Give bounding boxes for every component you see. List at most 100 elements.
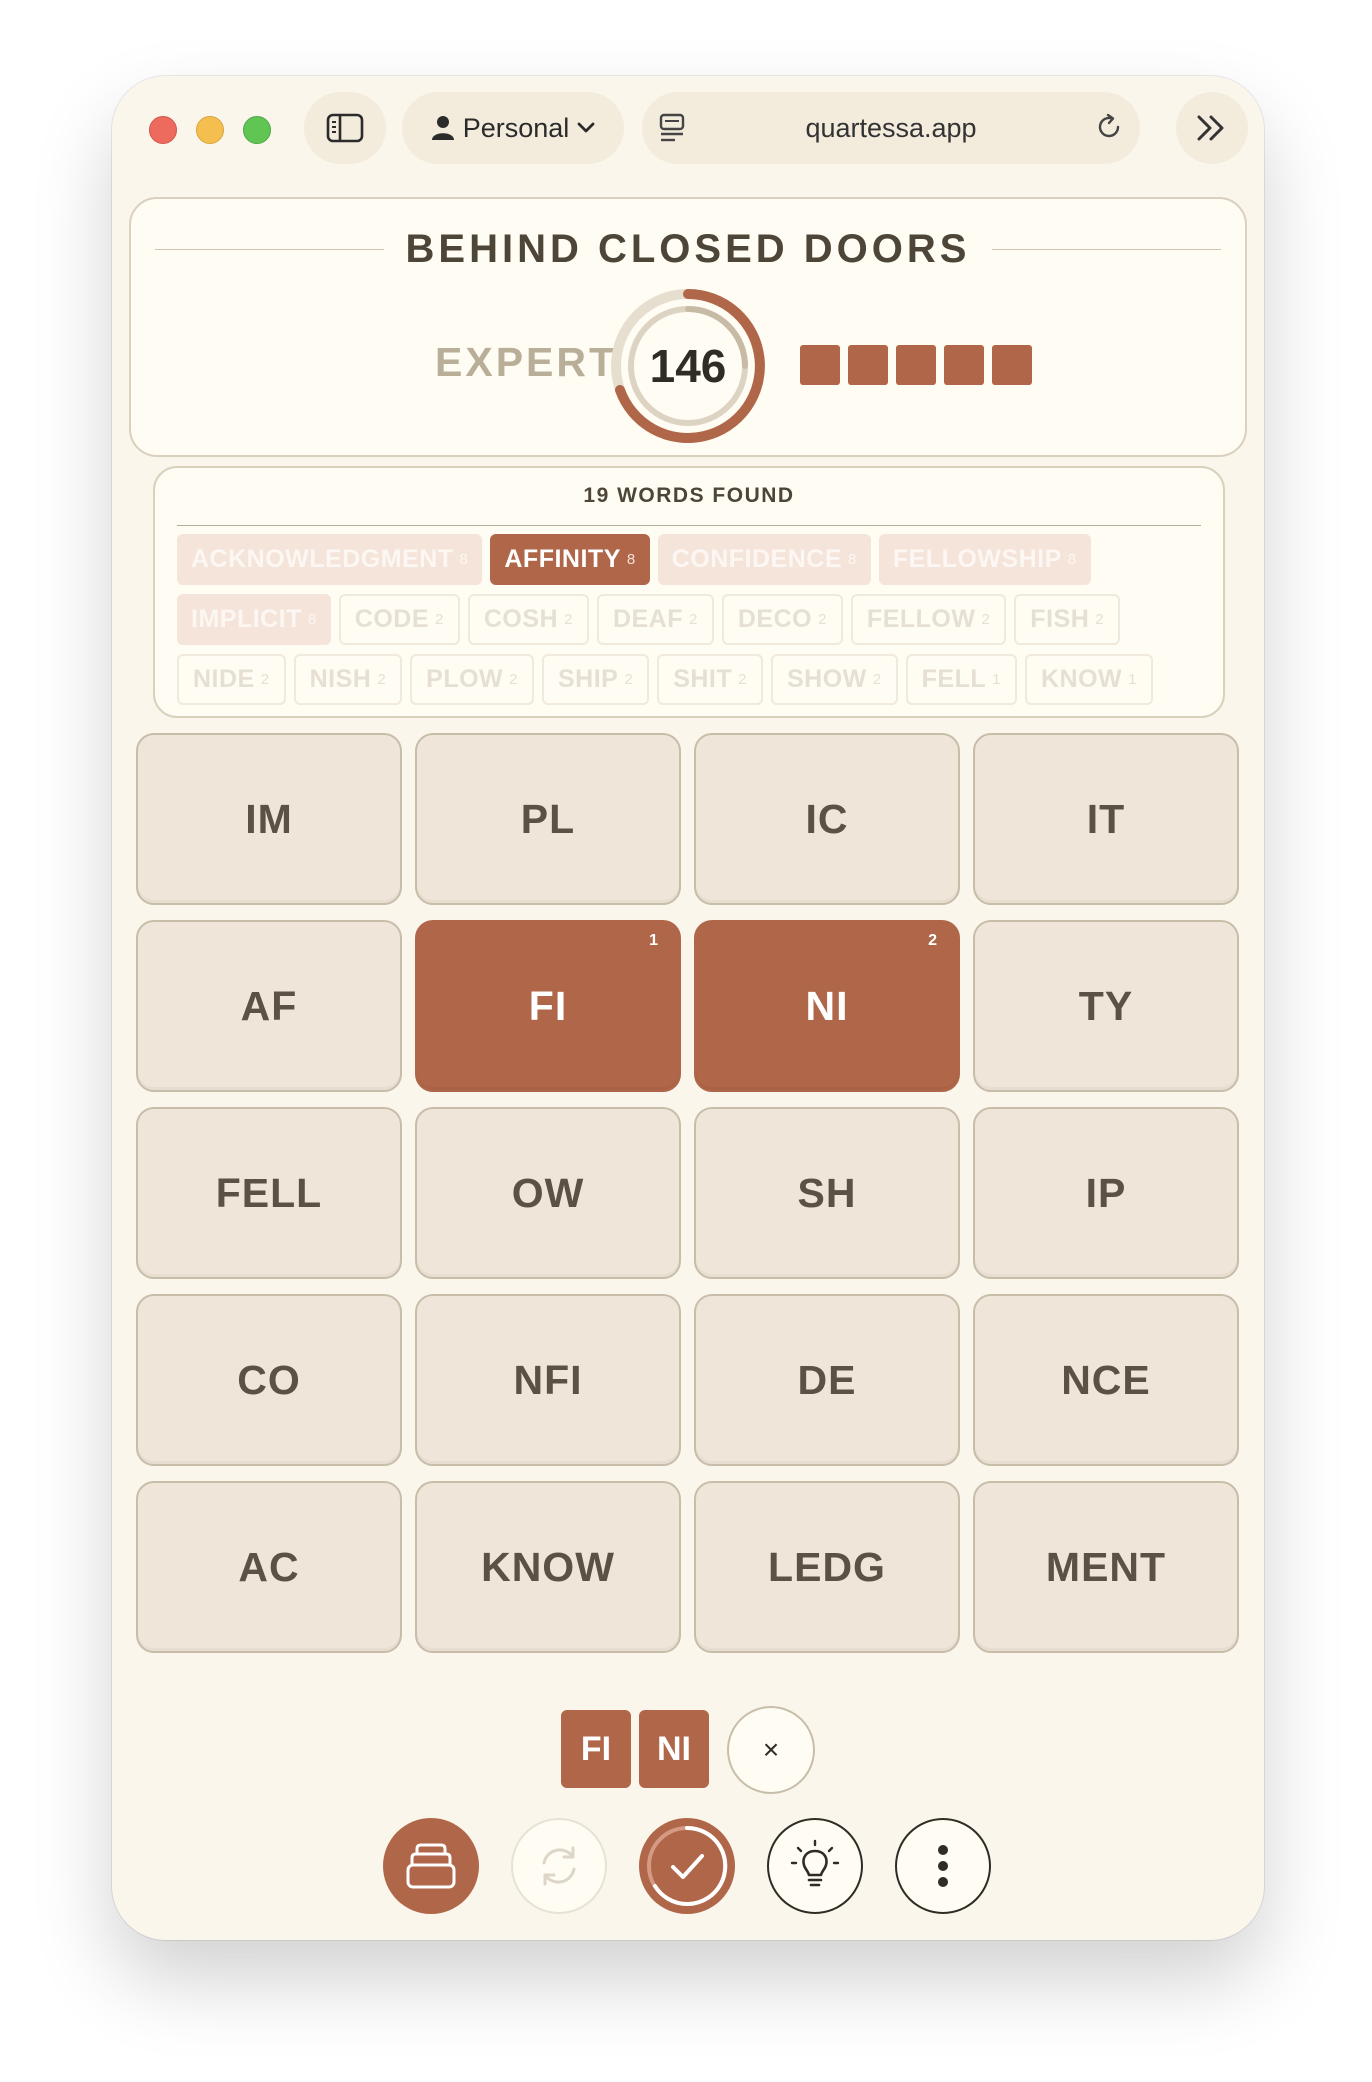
found-word-chip[interactable]: SHIT 2: [657, 654, 763, 705]
tile-letters: PL: [520, 795, 576, 842]
found-word-chip[interactable]: FISH 2: [1014, 594, 1121, 645]
board-tile[interactable]: OW: [415, 1107, 681, 1279]
found-word-chip[interactable]: FELLOW 2: [850, 594, 1007, 645]
found-word-text: AFFINITY: [504, 545, 621, 573]
stack-button[interactable]: [383, 1818, 479, 1914]
found-word-chip[interactable]: COSH 2: [467, 594, 589, 645]
found-word-text: COSH: [483, 605, 559, 633]
board-tile[interactable]: DE: [694, 1294, 960, 1466]
title-rule-left: [155, 248, 384, 250]
found-word-chip[interactable]: NIDE 2: [177, 654, 286, 705]
found-word-text: SHIP: [558, 665, 619, 693]
board-tile[interactable]: MENT: [973, 1481, 1239, 1653]
found-word-chip[interactable]: IMPLICIT 8: [177, 594, 331, 645]
found-word-tile-count: 8: [1067, 551, 1077, 568]
more-options-button[interactable]: [895, 1818, 991, 1914]
submit-button[interactable]: [639, 1818, 735, 1914]
found-word-chip[interactable]: AFFINITY 8: [490, 534, 650, 585]
board-tile[interactable]: IM: [136, 733, 402, 905]
overflow-menu-button[interactable]: [1176, 92, 1248, 164]
person-icon: [431, 116, 454, 140]
tile-letters: FELL: [215, 1169, 323, 1216]
tile-letters: SH: [797, 1169, 857, 1216]
board-tile[interactable]: IP: [973, 1107, 1239, 1279]
board-tile[interactable]: AF: [136, 920, 402, 1092]
found-word-tile-count: 2: [260, 671, 270, 688]
found-word-tile-count: 8: [626, 551, 636, 568]
tile-letters: AC: [238, 1543, 300, 1590]
selected-piece-1[interactable]: FI: [561, 1710, 631, 1788]
found-word-tile-count: 8: [307, 611, 317, 628]
found-word-tile-count: 2: [689, 611, 698, 628]
tile-letters: AF: [240, 982, 298, 1029]
tile-letters: IM: [245, 795, 293, 842]
found-word-chip[interactable]: SHIP 2: [542, 654, 650, 705]
board-tile[interactable]: FELL: [136, 1107, 402, 1279]
board-tile[interactable]: LEDG: [694, 1481, 960, 1653]
found-words-row: NIDE 2 NISH 2 PLOW 2 SHIP 2 SHIT 2 SHOW 2 FELL 1 KNOW 1: [177, 654, 1153, 705]
board-tile[interactable]: FI 1: [415, 920, 681, 1092]
found-word-chip[interactable]: NISH 2: [293, 654, 403, 705]
found-word-chip[interactable]: DECO 2: [721, 594, 843, 645]
hint-button[interactable]: [767, 1818, 863, 1914]
board-tile[interactable]: NI 2: [694, 920, 960, 1092]
selection-order-badge: 1: [649, 932, 659, 949]
found-word-chip[interactable]: DEAF 2: [596, 594, 714, 645]
found-word-chip[interactable]: CODE 2: [338, 594, 460, 645]
tile-letters: CO: [237, 1356, 301, 1403]
tile-letters: FI: [528, 982, 568, 1029]
found-word-chip[interactable]: KNOW 1: [1024, 654, 1153, 705]
minimize-window-button[interactable]: [196, 116, 224, 144]
board-tile[interactable]: NFI: [415, 1294, 681, 1466]
zoom-window-button[interactable]: [243, 116, 271, 144]
board-tile[interactable]: TY: [973, 920, 1239, 1092]
profile-label: Personal: [462, 112, 570, 143]
hint-bulb-icon: [790, 1839, 840, 1887]
found-word-tile-count: 2: [624, 671, 634, 688]
life-square: [944, 345, 984, 385]
found-word-chip[interactable]: FELLOWSHIP 8: [878, 534, 1091, 585]
tile-letters: DE: [797, 1356, 857, 1403]
found-word-text: FELLOWSHIP: [892, 545, 1062, 573]
found-word-text: FELL: [921, 665, 987, 693]
tile-letters: IT: [1086, 795, 1126, 842]
found-word-tile-count: 1: [1128, 671, 1137, 688]
profile-menu-button[interactable]: Personal: [402, 92, 624, 164]
found-word-text: IMPLICIT: [191, 605, 302, 633]
puzzle-title: BEHIND CLOSED DOORS: [405, 226, 971, 271]
board-tile[interactable]: SH: [694, 1107, 960, 1279]
found-word-chip[interactable]: PLOW 2: [410, 654, 534, 705]
board-tile[interactable]: IT: [973, 733, 1239, 905]
selected-piece-2[interactable]: NI: [639, 1710, 709, 1788]
board-tile[interactable]: NCE: [973, 1294, 1239, 1466]
found-word-text: CODE: [354, 605, 430, 633]
board-tile[interactable]: IC: [694, 733, 960, 905]
board-tile[interactable]: KNOW: [415, 1481, 681, 1653]
tile-letters: NFI: [513, 1356, 583, 1403]
title-bar: Personal quartessa.app: [112, 76, 1264, 196]
sidebar-toggle-button[interactable]: [304, 92, 386, 164]
board-tile[interactable]: PL: [415, 733, 681, 905]
title-rule-right: [992, 248, 1221, 250]
reload-icon[interactable]: [1094, 112, 1124, 142]
life-square: [800, 345, 840, 385]
words-found-heading: 19 WORDS FOUND: [583, 484, 795, 507]
found-word-chip[interactable]: FELL 1: [905, 654, 1017, 705]
board-tile[interactable]: CO: [136, 1294, 402, 1466]
found-word-chip[interactable]: CONFIDENCE 8: [657, 534, 871, 585]
close-window-button[interactable]: [149, 116, 177, 144]
found-word-chip[interactable]: SHOW 2: [771, 654, 898, 705]
title-row: BEHIND CLOSED DOORS: [155, 227, 1221, 271]
double-chevron-right-icon: [1197, 115, 1224, 141]
found-word-tile-count: 2: [435, 611, 444, 628]
life-square: [848, 345, 888, 385]
shuffle-button[interactable]: [511, 1818, 607, 1914]
found-word-chip[interactable]: ACKNOWLEDGMENT 8: [177, 534, 483, 585]
board-tile[interactable]: AC: [136, 1481, 402, 1653]
clear-selection-button[interactable]: ×: [727, 1706, 815, 1794]
address-bar[interactable]: quartessa.app: [642, 92, 1140, 164]
selection-order-badge: 2: [928, 932, 938, 949]
found-word-tile-count: 2: [872, 671, 882, 688]
shuffle-icon: [542, 1846, 576, 1886]
score-value: 146: [649, 340, 727, 392]
